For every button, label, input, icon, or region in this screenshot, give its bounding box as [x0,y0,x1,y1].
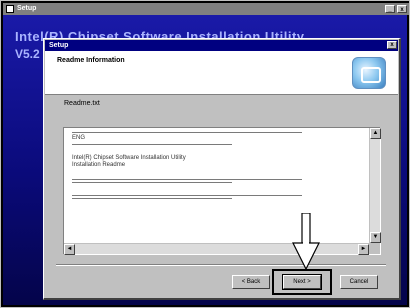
installer-version: V5.2 [15,47,40,61]
scroll-left-button[interactable]: ◄ [64,244,75,255]
readme-line: Installation Readme [72,162,126,168]
divider [72,182,232,183]
back-button[interactable]: < Back [232,275,270,289]
divider [72,198,232,199]
readme-line: ENG [72,135,86,141]
dialog-header: Readme Information [45,51,398,95]
installer-titlebar: Setup _ x [3,3,409,15]
setup-logo-icon [352,57,386,89]
dialog-title: Setup [49,42,69,49]
divider [72,132,302,133]
horizontal-scrollbar[interactable]: ◄ ► [64,243,369,255]
minimize-button[interactable]: _ [385,5,395,13]
divider [72,144,232,145]
readme-content[interactable]: ENG Intel(R) Chipset Software Installati… [64,128,369,243]
scroll-right-button[interactable]: ► [358,244,369,255]
installer-title: Setup [17,5,37,12]
dialog-titlebar[interactable]: Setup x [45,40,398,51]
button-row-separator [56,264,386,266]
scroll-corner [369,243,380,254]
readme-label: Readme.txt [64,100,100,107]
divider [72,195,302,196]
scroll-down-button[interactable]: ▼ [370,232,381,243]
app-icon [6,5,14,13]
next-button[interactable]: Next > [282,274,322,290]
arrow-pointer-icon [292,213,320,270]
header-title: Readme Information [57,57,125,64]
cancel-button[interactable]: Cancel [340,275,378,289]
setup-dialog: Setup x Readme Information Readme.txt EN… [43,38,401,300]
close-button[interactable]: x [397,5,407,13]
divider [72,179,302,180]
readme-line: Intel(R) Chipset Software Installation U… [72,155,186,161]
readme-textbox[interactable]: ENG Intel(R) Chipset Software Installati… [63,127,381,255]
vertical-scrollbar[interactable]: ▲ ▼ [369,128,381,243]
scroll-up-button[interactable]: ▲ [370,128,381,139]
dialog-close-button[interactable]: x [387,41,397,49]
